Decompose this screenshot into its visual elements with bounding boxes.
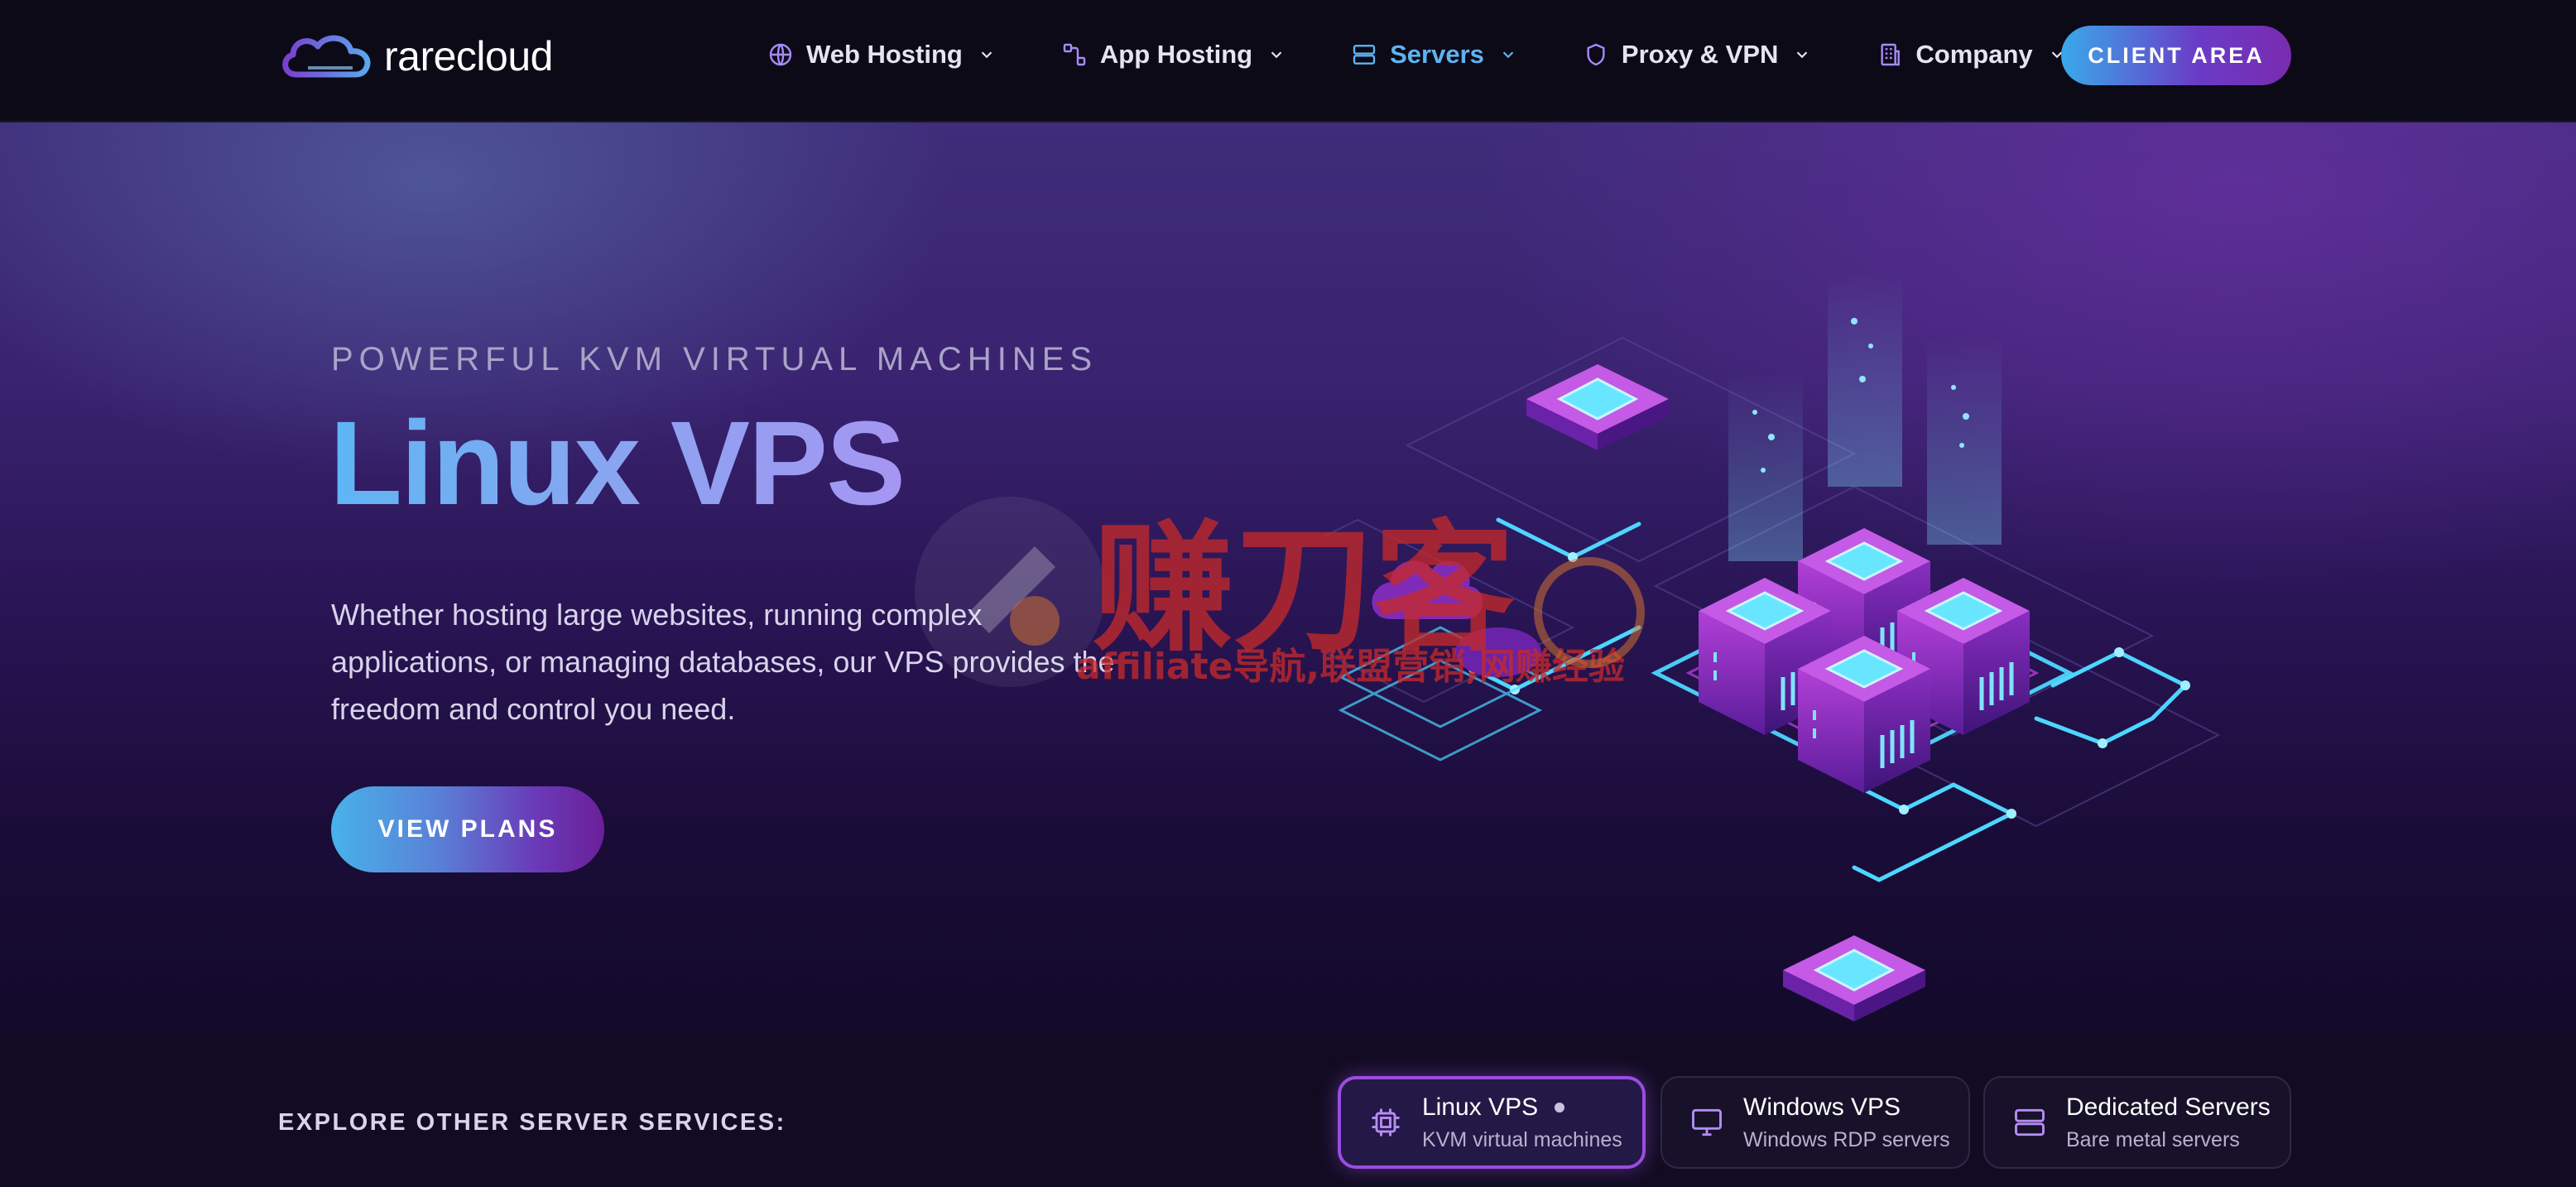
nav-item-company[interactable]: Company [1876, 40, 2065, 70]
globe-icon [767, 41, 795, 69]
active-dot [1555, 1102, 1565, 1113]
cpu-chip-icon [1372, 1108, 1400, 1137]
service-subtitle-linux-vps: KVM virtual machines [1422, 1127, 1622, 1151]
other-services-strip: EXPLORE OTHER SERVER SERVICES: Linux VPS… [0, 1036, 2576, 1187]
shield-icon [1582, 41, 1610, 69]
cloud-logo-icon [282, 35, 371, 78]
building-icon [1876, 41, 1904, 69]
hero-eyebrow: POWERFUL KVM VIRTUAL MACHINES [331, 341, 1098, 377]
view-plans-button[interactable]: VIEW PLANS [331, 786, 604, 872]
nav-item-servers[interactable]: Servers [1350, 40, 1517, 70]
client-area-button[interactable]: CLIENT AREA [2061, 26, 2291, 85]
nav-item-app-hosting[interactable]: App Hosting [1060, 40, 1286, 70]
watermark-logo: 赚刀客 affiliate导航,联盟营销,网赚经验 [915, 497, 1645, 688]
nav-item-web-hosting[interactable]: Web Hosting [767, 40, 996, 70]
top-navbar: rarecloud Web Hosting App Hosting Server… [0, 0, 2576, 123]
server-stack-icon [2015, 1108, 2045, 1137]
nav-label-proxy-vpn: Proxy & VPN [1621, 40, 1779, 69]
watermark-sub-text: affiliate导航,联盟营销,网赚经验 [1076, 646, 1625, 688]
chevron-down-icon [1797, 51, 1808, 59]
main-nav: Web Hosting App Hosting Servers Proxy & … [767, 30, 2131, 79]
service-subtitle-dedicated-servers: Bare metal servers [2066, 1127, 2240, 1151]
chevron-down-icon [981, 51, 992, 59]
hero-title: Linux VPS [329, 396, 906, 530]
chevron-down-icon [1502, 51, 1514, 59]
server-icon [1350, 41, 1378, 69]
service-title-linux-vps: Linux VPS [1422, 1093, 1539, 1121]
nav-label-company: Company [1915, 40, 2033, 69]
brand-logo[interactable]: rarecloud [278, 25, 553, 88]
service-card-windows-vps[interactable]: Windows VPS Windows RDP servers [1660, 1076, 1970, 1169]
other-services-label: EXPLORE OTHER SERVER SERVICES: [278, 1109, 786, 1136]
service-title-windows-vps: Windows VPS [1743, 1093, 1901, 1121]
service-title-dedicated-servers: Dedicated Servers [2066, 1093, 2271, 1121]
nav-label-servers: Servers [1390, 40, 1484, 69]
brand-name: rarecloud [384, 33, 553, 79]
nodes-icon [1060, 41, 1089, 69]
chevron-down-icon [1271, 51, 1282, 59]
hero-section: POWERFUL KVM VIRTUAL MACHINES Linux VPS … [0, 123, 2576, 1036]
service-subtitle-windows-vps: Windows RDP servers [1743, 1127, 1950, 1151]
nav-item-proxy-vpn[interactable]: Proxy & VPN [1582, 40, 1812, 70]
nav-label-web-hosting: Web Hosting [806, 40, 963, 69]
service-card-dedicated-servers[interactable]: Dedicated Servers Bare metal servers [1983, 1076, 2291, 1169]
nav-label-app-hosting: App Hosting [1099, 40, 1253, 69]
service-card-linux-vps[interactable]: Linux VPS KVM virtual machines [1338, 1076, 1646, 1169]
monitor-icon [1692, 1108, 1722, 1137]
